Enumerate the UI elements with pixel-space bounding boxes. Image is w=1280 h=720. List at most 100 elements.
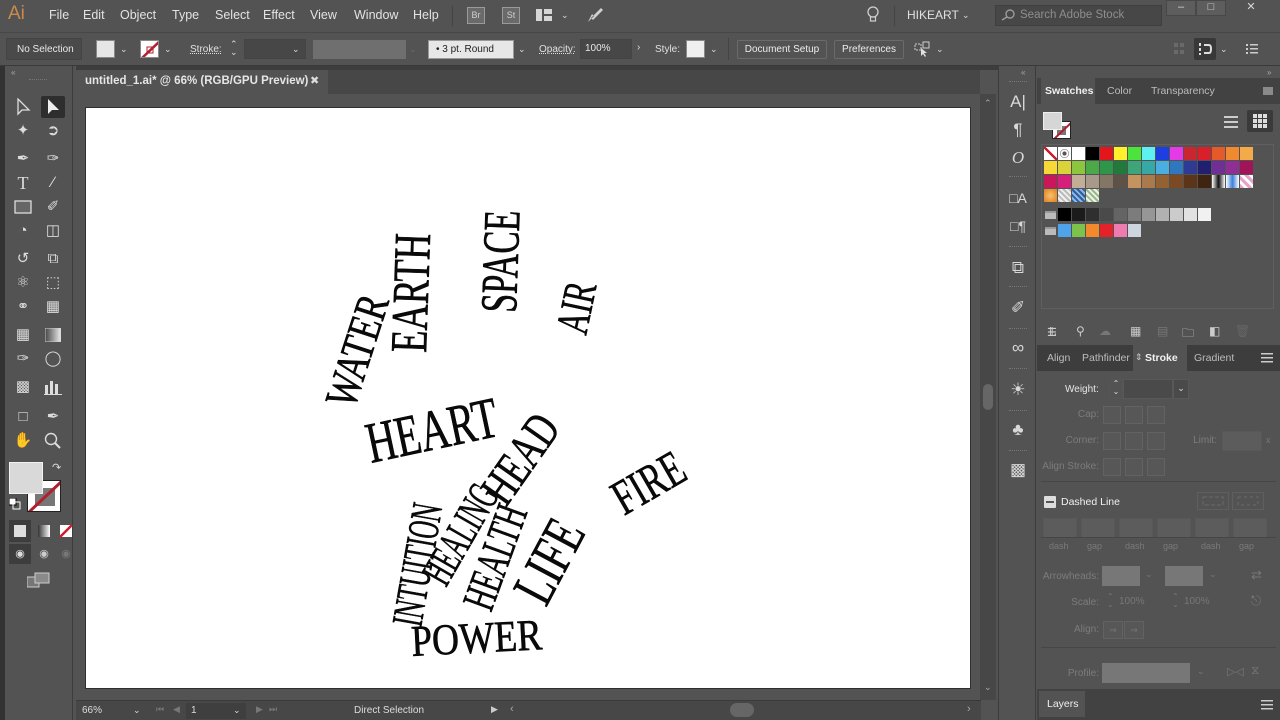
slice-tool-icon[interactable]: ✒ (41, 406, 65, 428)
menu-edit[interactable]: Edit (83, 8, 105, 22)
panel-grip[interactable] (1009, 286, 1027, 288)
blend-tool-icon[interactable]: ◯ (41, 348, 65, 370)
symbols-panel-icon[interactable]: ♣ (1005, 418, 1031, 442)
chevron-down-icon[interactable]: ⌄ (233, 705, 241, 716)
color-swatch[interactable] (1184, 161, 1197, 174)
color-swatch[interactable] (1114, 161, 1127, 174)
color-swatch[interactable] (1198, 147, 1211, 160)
menu-select[interactable]: Select (215, 8, 250, 22)
color-swatch[interactable] (1226, 161, 1239, 174)
magic-wand-tool-icon[interactable]: ✦ (11, 120, 35, 142)
new-folder-icon[interactable]: 🗀 (1182, 324, 1194, 345)
color-swatch[interactable] (1058, 147, 1071, 160)
change-screen-mode-icon[interactable] (26, 572, 51, 588)
workspace-switcher[interactable]: HIKEART (907, 8, 959, 22)
scroll-down-icon[interactable]: ⌄ (984, 682, 992, 693)
maximize-button[interactable]: □ (1196, 0, 1226, 16)
gray-swatch[interactable] (1086, 208, 1099, 221)
color-swatch[interactable] (1100, 161, 1113, 174)
scroll-up-icon[interactable]: ⌃ (984, 98, 992, 109)
collapse-dock-icon[interactable]: « (1021, 68, 1025, 77)
color-swatch[interactable] (1086, 161, 1099, 174)
scale-tool-icon[interactable]: ⧉ (41, 248, 65, 270)
menu-effect[interactable]: Effect (263, 8, 295, 22)
bright-swatch[interactable] (1128, 224, 1141, 237)
graphic-style-swatch[interactable] (686, 40, 705, 58)
align-panel-toggle[interactable] (1194, 38, 1216, 60)
close-window-button[interactable]: ✕ (1226, 0, 1276, 16)
shape-builder-tool-icon[interactable]: ⚭ (11, 296, 35, 318)
perspective-grid-tool-icon[interactable]: ▦ (41, 296, 65, 318)
menu-view[interactable]: View (310, 8, 337, 22)
rectangle-tool-icon[interactable] (11, 196, 35, 218)
gray-swatch[interactable] (1114, 208, 1127, 221)
appearance-panel-icon[interactable]: ☀ (1005, 378, 1031, 402)
gray-swatch[interactable] (1058, 208, 1071, 221)
hand-tool-icon[interactable]: ✋ (11, 430, 35, 452)
panel-grip[interactable] (1009, 81, 1027, 83)
draw-normal-icon[interactable]: ◉ (9, 544, 31, 564)
color-swatch[interactable] (1114, 175, 1127, 188)
rotate-tool-icon[interactable]: ↺ (11, 248, 35, 270)
color-swatch[interactable] (1128, 147, 1141, 160)
color-swatch[interactable] (1212, 175, 1225, 188)
chevron-down-icon[interactable]: ⌄ (962, 10, 970, 21)
zoom-tool-icon[interactable] (41, 430, 65, 452)
menu-help[interactable]: Help (413, 8, 439, 22)
opacity-label[interactable]: Opacity: (539, 44, 576, 55)
color-swatch[interactable] (1072, 175, 1085, 188)
panel-grip[interactable] (1009, 328, 1027, 330)
cc-libraries-icon[interactable]: ∞ (1005, 336, 1031, 360)
tab-color[interactable]: Color (1103, 78, 1136, 104)
color-swatch[interactable] (1072, 161, 1085, 174)
horizontal-scroll-thumb[interactable] (730, 703, 754, 717)
tab-gradient[interactable]: Gradient (1190, 345, 1238, 371)
artwork-word-intuition[interactable]: INTUITION (382, 499, 453, 630)
zoom-level[interactable]: 66% (82, 705, 102, 716)
color-swatch[interactable] (1170, 161, 1183, 174)
panel-grip[interactable] (1009, 176, 1027, 178)
last-artboard-icon[interactable]: ⏭ (269, 704, 277, 715)
color-swatch[interactable] (1156, 175, 1169, 188)
none-mode-button[interactable] (55, 520, 77, 542)
artwork-word-fire[interactable]: FIRE (602, 441, 696, 527)
search-adobe-stock-input[interactable]: Search Adobe Stock (995, 5, 1162, 26)
color-swatch[interactable] (1240, 175, 1253, 188)
show-swatch-kinds-icon[interactable]: ⚲ (1076, 324, 1085, 338)
zoom-dropdown-chevron-icon[interactable]: ⌄ (133, 705, 141, 716)
tab-swatches[interactable]: Swatches (1041, 78, 1095, 104)
brush-definition-dropdown[interactable]: • 3 pt. Round (428, 40, 514, 59)
line-segment-tool-icon[interactable]: ∕ (41, 172, 65, 194)
color-swatch[interactable] (1184, 175, 1197, 188)
chevron-down-icon[interactable]: ⌄ (710, 44, 718, 55)
vertical-scroll-thumb[interactable] (983, 384, 993, 410)
artwork-word-heart[interactable]: HEART (360, 384, 504, 476)
swatch-fill-indicator[interactable] (1043, 112, 1062, 130)
control-bar-menu-icon[interactable] (1246, 43, 1258, 55)
gpu-performance-rocket-icon[interactable] (585, 6, 605, 24)
paintbrush-tool-icon[interactable]: ✐ (41, 196, 65, 218)
color-swatch[interactable] (1226, 175, 1239, 188)
selection-tool-icon[interactable] (11, 96, 35, 118)
vertical-scrollbar[interactable]: ⌃ ⌄ (980, 94, 996, 700)
opacity-input[interactable]: 100% (580, 39, 632, 59)
stock-button[interactable]: St (502, 7, 520, 24)
color-swatch[interactable] (1156, 147, 1169, 160)
bright-swatch[interactable] (1114, 224, 1127, 237)
shaper-tool-icon[interactable]: ◔ (11, 220, 35, 242)
color-swatch[interactable] (1086, 175, 1099, 188)
color-swatch[interactable] (1184, 147, 1197, 160)
eyedropper-tool-icon[interactable]: ✑ (11, 348, 35, 370)
color-swatch[interactable] (1114, 147, 1127, 160)
expand-panels-icon[interactable]: » (1267, 68, 1271, 77)
free-transform-tool-icon[interactable]: ⬚ (41, 272, 65, 294)
brights-color-group-folder-icon[interactable] (1045, 227, 1056, 235)
color-swatch[interactable] (1170, 147, 1183, 160)
gray-swatch[interactable] (1142, 208, 1155, 221)
previous-artboard-icon[interactable]: ◀ (173, 704, 180, 715)
close-document-icon[interactable]: ✖ (310, 74, 319, 87)
tab-layers[interactable]: Layers (1039, 691, 1085, 717)
color-swatch[interactable] (1240, 161, 1253, 174)
scroll-left-icon[interactable]: ‹ (510, 703, 514, 715)
panel-menu-icon[interactable] (1261, 700, 1273, 710)
